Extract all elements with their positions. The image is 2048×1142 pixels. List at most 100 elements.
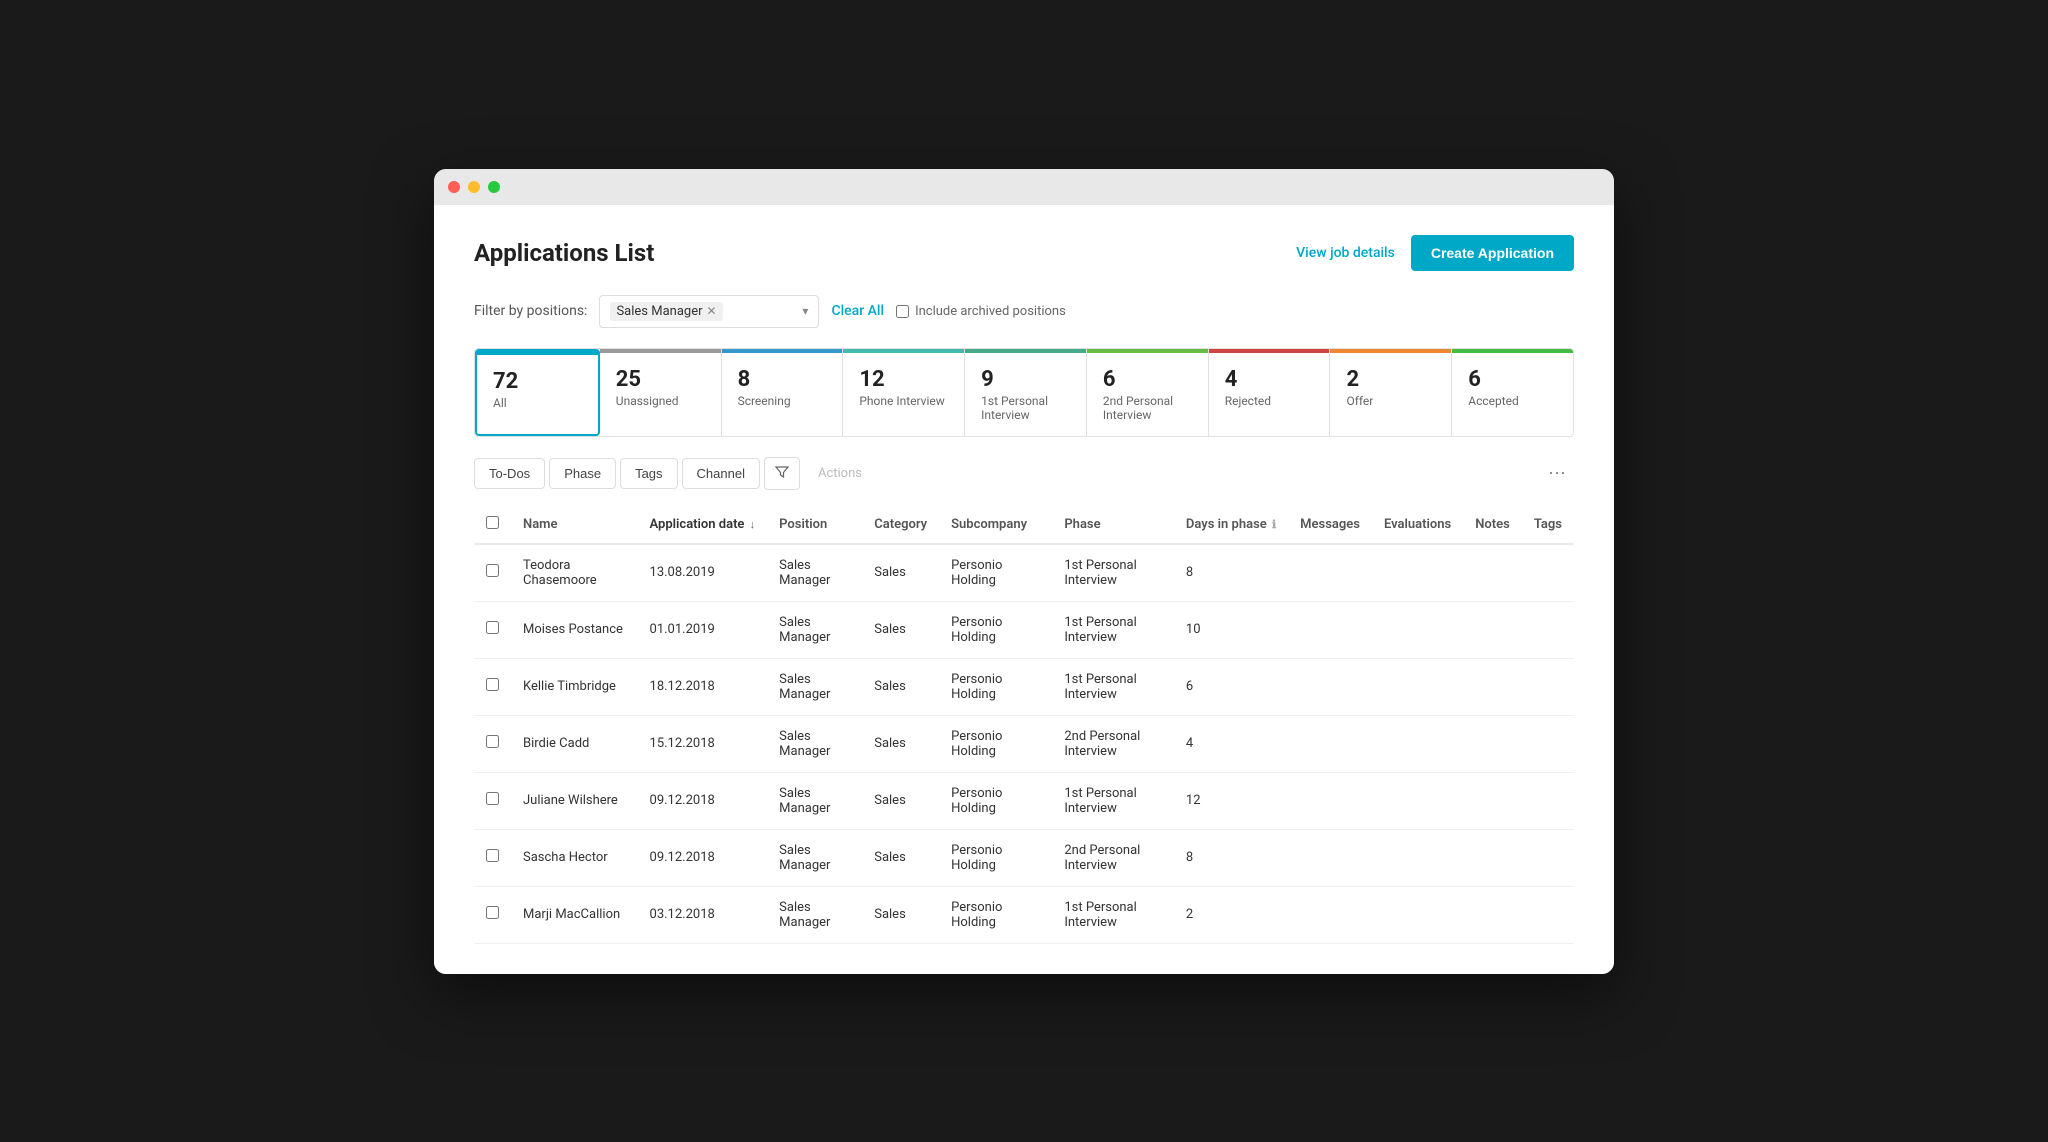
- days-in-phase-cell: 8: [1174, 829, 1288, 886]
- chevron-down-icon: ▾: [802, 304, 808, 318]
- phase-button[interactable]: Phase: [549, 458, 616, 489]
- application-date-column-header[interactable]: Application date ↓: [638, 506, 768, 544]
- tags-cell: [1522, 829, 1574, 886]
- name-cell[interactable]: Teodora Chasemoore: [511, 544, 638, 602]
- name-cell[interactable]: Moises Postance: [511, 601, 638, 658]
- messages-column-header[interactable]: Messages: [1288, 506, 1372, 544]
- phase-column-header[interactable]: Phase: [1052, 506, 1174, 544]
- phase-card-2nd-personal[interactable]: 62nd Personal Interview: [1087, 349, 1209, 436]
- days-in-phase-column-header[interactable]: Days in phase ℹ: [1174, 506, 1288, 544]
- channel-button[interactable]: Channel: [682, 458, 760, 489]
- notes-cell: [1463, 658, 1522, 715]
- applications-table-container: Name Application date ↓ Position Categor…: [474, 506, 1574, 944]
- todos-button[interactable]: To-Dos: [474, 458, 545, 489]
- include-archived-label: Include archived positions: [896, 304, 1066, 319]
- tags-cell: [1522, 886, 1574, 943]
- phase-name: Screening: [738, 394, 827, 408]
- minimize-dot[interactable]: [468, 181, 480, 193]
- phase-name: Rejected: [1225, 394, 1314, 408]
- phase-cell: 1st Personal Interview: [1052, 886, 1174, 943]
- applications-table: Name Application date ↓ Position Categor…: [474, 506, 1574, 944]
- remove-position-tag[interactable]: ✕: [707, 304, 717, 318]
- application-date-cell: 09.12.2018: [638, 829, 768, 886]
- notes-column-header[interactable]: Notes: [1463, 506, 1522, 544]
- messages-cell: [1288, 772, 1372, 829]
- phase-card-offer[interactable]: 2 Offer: [1330, 349, 1452, 436]
- row-checkbox-3[interactable]: [486, 735, 499, 748]
- phase-card-phone-interview[interactable]: 12Phone Interview: [843, 349, 965, 436]
- name-column-header[interactable]: Name: [511, 506, 638, 544]
- phase-card-1st-personal[interactable]: 91st Personal Interview: [965, 349, 1087, 436]
- phase-card-screening[interactable]: 8Screening: [722, 349, 844, 436]
- row-checkbox-cell: [474, 886, 511, 943]
- row-checkbox-cell: [474, 601, 511, 658]
- name-cell[interactable]: Kellie Timbridge: [511, 658, 638, 715]
- tags-button[interactable]: Tags: [620, 458, 677, 489]
- table-row: Marji MacCallion 03.12.2018 Sales Manage…: [474, 886, 1574, 943]
- row-checkbox-0[interactable]: [486, 564, 499, 577]
- notes-cell: [1463, 715, 1522, 772]
- name-cell[interactable]: Marji MacCallion: [511, 886, 638, 943]
- category-cell: Sales: [862, 829, 939, 886]
- phase-name: All: [493, 396, 582, 410]
- phase-count: 6: [1468, 367, 1557, 392]
- phase-name: Offer: [1346, 394, 1435, 408]
- application-date-cell: 15.12.2018: [638, 715, 768, 772]
- application-date-cell: 03.12.2018: [638, 886, 768, 943]
- application-date-cell: 01.01.2019: [638, 601, 768, 658]
- notes-cell: [1463, 886, 1522, 943]
- phase-card-color-bar: [600, 349, 721, 353]
- evaluations-cell: [1372, 601, 1463, 658]
- evaluations-cell: [1372, 544, 1463, 602]
- row-checkbox-1[interactable]: [486, 621, 499, 634]
- evaluations-column-header[interactable]: Evaluations: [1372, 506, 1463, 544]
- table-row: Juliane Wilshere 09.12.2018 Sales Manage…: [474, 772, 1574, 829]
- phase-card-unassigned[interactable]: 25Unassigned: [600, 349, 722, 436]
- row-checkbox-2[interactable]: [486, 678, 499, 691]
- row-checkbox-cell: [474, 658, 511, 715]
- name-cell[interactable]: Juliane Wilshere: [511, 772, 638, 829]
- phase-count: 72: [493, 369, 582, 394]
- phase-card-color-bar: [1330, 349, 1451, 353]
- phase-cell: 1st Personal Interview: [1052, 544, 1174, 602]
- phase-card-rejected[interactable]: 4Rejected: [1209, 349, 1331, 436]
- row-checkbox-5[interactable]: [486, 849, 499, 862]
- phase-card-all[interactable]: 72 All: [475, 349, 600, 436]
- toolbar: To-Dos Phase Tags Channel Actions ⋯: [474, 457, 1574, 490]
- category-column-header[interactable]: Category: [862, 506, 939, 544]
- phase-card-accepted[interactable]: 6Accepted: [1452, 349, 1573, 436]
- row-checkbox-6[interactable]: [486, 906, 499, 919]
- actions-label: Actions: [804, 459, 876, 488]
- subcompany-column-header[interactable]: Subcompany: [939, 506, 1052, 544]
- tags-column-header[interactable]: Tags: [1522, 506, 1574, 544]
- subcompany-cell: Personio Holding: [939, 772, 1052, 829]
- application-date-cell: 13.08.2019: [638, 544, 768, 602]
- phase-card-color-bar: [843, 349, 964, 353]
- close-dot[interactable]: [448, 181, 460, 193]
- tags-cell: [1522, 715, 1574, 772]
- subcompany-cell: Personio Holding: [939, 886, 1052, 943]
- position-column-header[interactable]: Position: [767, 506, 862, 544]
- position-filter-select[interactable]: Sales Manager ✕ ▾: [599, 295, 819, 328]
- phase-count: 6: [1103, 367, 1192, 392]
- notes-cell: [1463, 601, 1522, 658]
- category-cell: Sales: [862, 658, 939, 715]
- create-application-button[interactable]: Create Application: [1411, 235, 1574, 271]
- notes-cell: [1463, 772, 1522, 829]
- position-cell: Sales Manager: [767, 772, 862, 829]
- clear-all-link[interactable]: Clear All: [831, 303, 884, 319]
- phase-card-color-bar: [1452, 349, 1573, 353]
- position-cell: Sales Manager: [767, 886, 862, 943]
- select-all-checkbox[interactable]: [486, 516, 499, 529]
- view-job-details-link[interactable]: View job details: [1296, 245, 1395, 261]
- more-options-button[interactable]: ⋯: [1540, 459, 1574, 488]
- table-row: Kellie Timbridge 18.12.2018 Sales Manage…: [474, 658, 1574, 715]
- phase-name: 1st Personal Interview: [981, 394, 1070, 422]
- name-cell[interactable]: Birdie Cadd: [511, 715, 638, 772]
- phase-count: 2: [1346, 367, 1435, 392]
- filter-icon-button[interactable]: [764, 457, 800, 490]
- row-checkbox-4[interactable]: [486, 792, 499, 805]
- maximize-dot[interactable]: [488, 181, 500, 193]
- name-cell[interactable]: Sascha Hector: [511, 829, 638, 886]
- include-archived-checkbox[interactable]: [896, 305, 909, 318]
